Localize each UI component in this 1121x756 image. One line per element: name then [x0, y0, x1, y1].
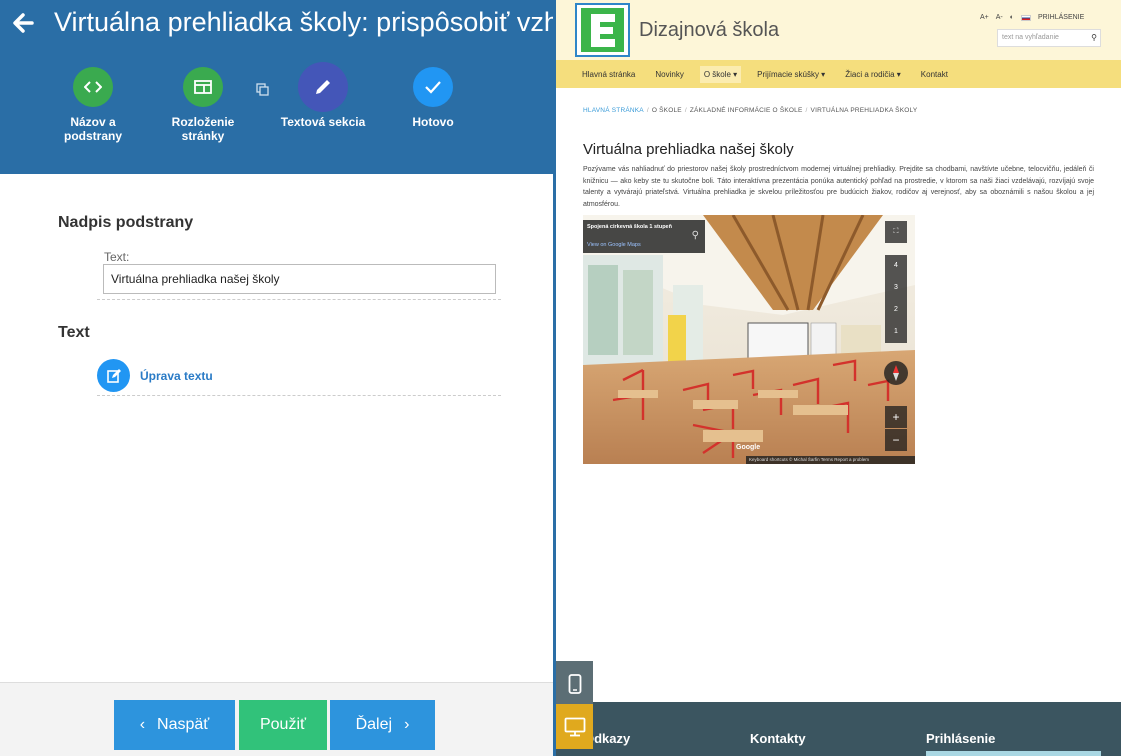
- breadcrumb-item[interactable]: ZÁKLADNÉ INFORMÁCIE O ŠKOLE: [690, 107, 803, 114]
- divider: [97, 299, 501, 300]
- edit-text-label: Úprava textu: [140, 368, 213, 383]
- nav-item[interactable]: Kontakt: [917, 66, 952, 83]
- step-done[interactable]: Hotovo: [378, 67, 488, 129]
- editor-panel: Virtuálna prehliadka školy: prispôsobiť …: [0, 0, 553, 756]
- contrast-icon[interactable]: ◐: [1010, 14, 1014, 21]
- check-icon: [413, 67, 453, 107]
- search-placeholder: text na vyhľadanie: [1002, 34, 1059, 41]
- floor-button[interactable]: 3: [885, 277, 907, 299]
- footer-contacts-heading: Kontakty: [750, 731, 806, 746]
- site-name[interactable]: Dizajnová škola: [639, 19, 779, 42]
- nav-item[interactable]: Hlavná stránka: [578, 66, 639, 83]
- apply-button[interactable]: Použiť: [239, 700, 327, 750]
- search-icon[interactable]: ⚲: [1091, 33, 1097, 42]
- step-name-subpage[interactable]: Názov a podstrany: [38, 67, 148, 143]
- site-nav: Hlavná stránka Novinky O škole ▾ Prijíma…: [556, 60, 1121, 88]
- back-button[interactable]: ‹ Naspäť: [114, 700, 235, 750]
- google-logo: Google: [736, 444, 761, 451]
- floor-selector[interactable]: 4 3 2 1: [885, 255, 907, 343]
- section-text-title: Text: [58, 324, 90, 341]
- code-icon: [73, 67, 113, 107]
- page-paragraph: Pozývame vás nahliadnuť do priestorov na…: [583, 166, 1094, 208]
- back-arrow-icon[interactable]: [10, 10, 38, 38]
- site-header: Dizajnová škola A+ A- ◐ PRIHLÁSENIE text…: [556, 0, 1121, 60]
- slovak-flag-icon[interactable]: [1021, 14, 1031, 21]
- desktop-preview-button[interactable]: [556, 704, 593, 749]
- step-label: Hotovo: [412, 115, 454, 129]
- site-tools: A+ A- ◐ PRIHLÁSENIE: [980, 14, 1084, 21]
- fullscreen-icon[interactable]: ⛶: [885, 221, 907, 243]
- back-button-label: Naspäť: [157, 716, 210, 733]
- map-pin-icon[interactable]: ⚲: [692, 230, 699, 241]
- view-on-google-maps-link[interactable]: View on Google Maps: [587, 242, 641, 248]
- footer-login-heading: Prihlásenie: [926, 731, 996, 746]
- step-label: podstrany: [63, 129, 122, 143]
- login-link[interactable]: PRIHLÁSENIE: [1038, 14, 1084, 21]
- streetview-footer[interactable]: Keyboard shortcuts © Michal Šarfin Terms…: [746, 456, 915, 464]
- step-label: Textová sekcia: [280, 115, 366, 129]
- site-footer: Odkazy Kontakty Prihlásenie: [556, 702, 1121, 756]
- step-text-section[interactable]: Textová sekcia: [268, 62, 378, 129]
- streetview-embed[interactable]: Spojená cirkevná škola 1 stupeň View on …: [583, 215, 915, 464]
- site-search-input[interactable]: text na vyhľadanie ⚲: [997, 29, 1101, 47]
- apply-button-label: Použiť: [259, 716, 307, 733]
- edit-text-button[interactable]: Úprava textu: [97, 359, 213, 392]
- section-heading-title: Nadpis podstrany: [58, 214, 194, 231]
- pencil-icon: [298, 62, 348, 112]
- page-title: Virtuálna prehliadka našej školy: [583, 141, 794, 158]
- chevron-left-icon: ‹: [139, 716, 146, 733]
- step-label: Rozloženie: [171, 115, 235, 129]
- compass-icon[interactable]: [884, 361, 908, 385]
- mobile-icon: [568, 673, 581, 694]
- step-label: Názov a: [70, 115, 116, 129]
- breadcrumb-item[interactable]: O ŠKOLE: [652, 107, 682, 114]
- layout-icon: [183, 67, 223, 107]
- floor-button[interactable]: 4: [885, 255, 907, 277]
- editor-title: Virtuálna prehliadka školy: prispôsobiť …: [54, 7, 553, 37]
- heading-text-input[interactable]: [103, 264, 496, 294]
- zoom-in-button[interactable]: +: [885, 406, 907, 428]
- font-decrease-button[interactable]: A-: [996, 14, 1003, 21]
- mobile-preview-button[interactable]: [556, 661, 593, 706]
- school-logo[interactable]: [575, 3, 630, 57]
- streetview-info-box: Spojená cirkevná škola 1 stupeň View on …: [583, 220, 705, 253]
- zoom-out-button[interactable]: −: [885, 429, 907, 451]
- site-preview: Dizajnová škola A+ A- ◐ PRIHLÁSENIE text…: [556, 0, 1121, 756]
- next-button-label: Ďalej: [355, 716, 393, 733]
- desktop-icon: [564, 717, 585, 736]
- nav-item[interactable]: Žiaci a rodičia ▾: [841, 66, 905, 83]
- divider: [97, 395, 501, 396]
- nav-item[interactable]: Prijímacie skúšky ▾: [753, 66, 829, 83]
- edit-icon: [97, 359, 130, 392]
- streetview-place-title: Spojená cirkevná škola 1 stupeň: [587, 224, 672, 230]
- footer-login-field[interactable]: [926, 751, 1101, 756]
- breadcrumb-item[interactable]: HLAVNÁ STRÁNKA: [583, 107, 644, 114]
- chevron-right-icon: ›: [404, 716, 410, 733]
- step-page-layout[interactable]: Rozloženie stránky: [148, 67, 258, 143]
- text-field-label: Text:: [104, 250, 130, 264]
- nav-item[interactable]: Novinky: [651, 66, 687, 83]
- step-label: stránky: [181, 129, 225, 143]
- editor-header: Virtuálna prehliadka školy: prispôsobiť …: [0, 0, 553, 174]
- breadcrumb: HLAVNÁ STRÁNKA / O ŠKOLE / ZÁKLADNÉ INFORMÁC…: [583, 107, 918, 114]
- font-increase-button[interactable]: A+: [980, 14, 989, 21]
- floor-button[interactable]: 1: [885, 321, 907, 343]
- editor-footer: ‹ Naspäť Použiť Ďalej ›: [0, 682, 553, 756]
- floor-button[interactable]: 2: [885, 299, 907, 321]
- next-button[interactable]: Ďalej ›: [330, 700, 435, 750]
- nav-item[interactable]: O škole ▾: [699, 65, 742, 83]
- breadcrumb-item: VIRTUÁLNA PREHLIADKA ŠKOLY: [810, 107, 918, 114]
